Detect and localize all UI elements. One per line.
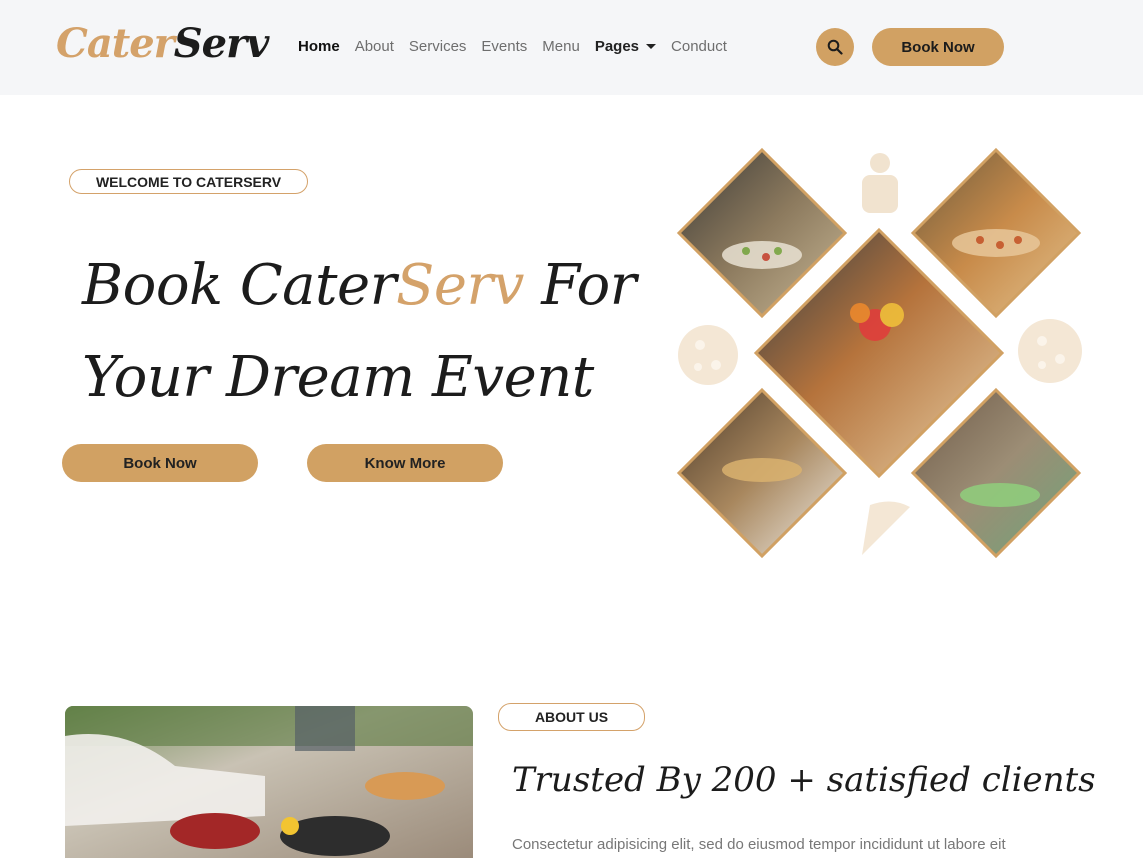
nav-pages-label: Pages bbox=[594, 38, 640, 55]
hero-book-now-button[interactable]: Book Now bbox=[62, 444, 258, 482]
chevron-down-icon bbox=[646, 44, 657, 49]
nav-pages-dropdown[interactable]: Pages bbox=[594, 38, 657, 55]
hero-title-line2: Your Dream Event bbox=[82, 345, 594, 410]
brand-logo[interactable]: CaterServ bbox=[56, 20, 270, 67]
about-text: Consectetur adipisicing elit, sed do eiu… bbox=[512, 836, 1006, 853]
decorative-pizza-slice-icon bbox=[862, 501, 910, 555]
hero-title-text: For bbox=[523, 253, 636, 318]
navbar: CaterServ Home About Services Events Men… bbox=[0, 0, 1143, 95]
main-nav: Home About Services Events Menu Pages Co… bbox=[298, 38, 742, 55]
hero-title-text: Book Cater bbox=[82, 253, 396, 318]
nav-about[interactable]: About bbox=[355, 38, 394, 55]
about-title: Trusted By 200 + satisfied clients bbox=[512, 760, 1096, 800]
logo-part-cater: Cater bbox=[56, 20, 175, 67]
about-badge: ABOUT US bbox=[498, 703, 645, 731]
search-button[interactable] bbox=[816, 28, 854, 66]
hero-title-line1: Book CaterServ For bbox=[82, 240, 636, 332]
decorative-chef-icon bbox=[862, 153, 898, 213]
mosaic-graphic bbox=[676, 147, 1082, 559]
nav-home[interactable]: Home bbox=[298, 38, 340, 55]
nav-conduct[interactable]: Conduct bbox=[671, 38, 727, 55]
hero-title-brand: Serv bbox=[395, 253, 524, 318]
decorative-pizza-right-icon bbox=[1018, 319, 1082, 383]
book-now-button[interactable]: Book Now bbox=[872, 28, 1004, 66]
welcome-badge: WELCOME TO CATERSERV bbox=[69, 169, 308, 194]
logo-part-serv: Serv bbox=[173, 20, 270, 67]
about-photo-graphic bbox=[65, 706, 473, 858]
nav-services[interactable]: Services bbox=[409, 38, 467, 55]
decorative-pizza-icon bbox=[678, 325, 738, 385]
nav-events[interactable]: Events bbox=[481, 38, 527, 55]
about-photo bbox=[65, 706, 473, 858]
search-icon bbox=[827, 39, 843, 55]
know-more-button[interactable]: Know More bbox=[307, 444, 503, 482]
event-photo-mosaic bbox=[670, 145, 1090, 565]
hero-title: Book CaterServ For Your Dream Event bbox=[82, 240, 636, 424]
nav-menu[interactable]: Menu bbox=[542, 38, 580, 55]
